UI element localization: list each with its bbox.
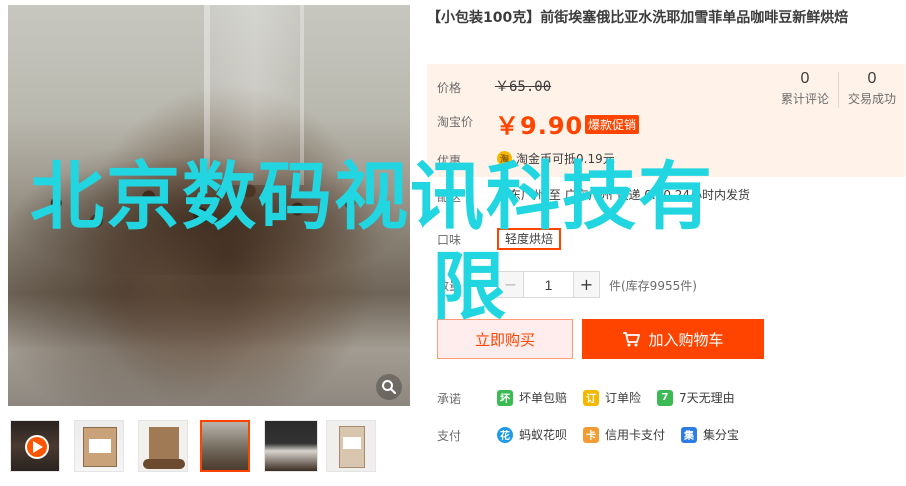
taste-option-light-roast[interactable]: 轻度烘焙 <box>497 228 562 250</box>
order-insurance-icon: 订 <box>583 389 599 406</box>
main-product-image[interactable] <box>8 5 410 406</box>
sales-count-stat: 0 交易成功 <box>841 70 903 107</box>
promise-text: 7天无理由 <box>679 391 735 405</box>
quantity-increase-button[interactable]: + <box>573 271 600 298</box>
shipping-info[interactable]: 广东广州 至 广东广州 快递 0.00 24小时内发货 <box>497 186 750 203</box>
bag-label-image <box>89 439 111 453</box>
jifenbao-icon: 集 <box>681 426 697 443</box>
add-to-cart-label: 加入购物车 <box>648 330 724 349</box>
payment-huabei[interactable]: 花 蚂蚁花呗 <box>497 426 567 443</box>
product-bag-thumbnail-1[interactable] <box>74 420 124 472</box>
promise-text: 坏单包赔 <box>519 391 568 405</box>
payment-label: 支付 <box>437 429 462 443</box>
shipping-label: 配送 <box>437 190 462 204</box>
glass-jar-thumbnail[interactable] <box>264 420 318 472</box>
coffee-beans-photo <box>8 155 410 275</box>
coin-icon: 淘 <box>497 151 512 166</box>
promise-broken-package[interactable]: 坏 坏单包赔 <box>497 389 567 406</box>
promise-text: 订单险 <box>605 391 642 405</box>
taobao-coin-offer: 淘 淘金币可抵0.19元 <box>497 150 615 167</box>
review-count-label: 累计评论 <box>780 92 829 106</box>
promise-order-insurance[interactable]: 订 订单险 <box>583 389 641 406</box>
buy-now-button[interactable]: 立即购买 <box>437 319 573 359</box>
product-bag-thumbnail-2[interactable] <box>138 420 188 472</box>
original-price: ￥65.00 <box>495 79 552 95</box>
promise-label: 承诺 <box>437 392 462 406</box>
price-label: 价格 <box>437 81 462 95</box>
sales-count: 0 <box>867 70 877 87</box>
beans-image <box>143 459 185 469</box>
promise-seven-day-return[interactable]: 7 7天无理由 <box>657 389 735 406</box>
seven-day-return-icon: 7 <box>657 389 673 406</box>
review-count: 0 <box>800 70 810 87</box>
payment-jifenbao[interactable]: 集 集分宝 <box>681 426 739 443</box>
huabei-icon: 花 <box>497 426 513 443</box>
coffee-beans-thumbnail[interactable] <box>200 420 250 472</box>
add-to-cart-button[interactable]: 加入购物车 <box>582 319 764 359</box>
payment-text: 集分宝 <box>703 428 740 442</box>
payment-credit-card[interactable]: 卡 信用卡支付 <box>583 426 665 443</box>
coin-label: 优惠 <box>437 154 462 168</box>
stat-divider <box>838 72 839 108</box>
payment-text: 蚂蚁花呗 <box>519 428 568 442</box>
shopping-cart-icon <box>623 332 641 347</box>
broken-package-icon: 坏 <box>497 389 513 406</box>
coin-offer-text: 淘金币可抵0.19元 <box>516 152 615 166</box>
magnifier-icon <box>382 380 397 395</box>
promo-tag-badge: 爆款促销 <box>585 115 640 134</box>
quantity-stepper: − + <box>497 271 600 298</box>
taste-label: 口味 <box>437 233 462 247</box>
quantity-decrease-button[interactable]: − <box>497 271 524 298</box>
payment-text: 信用卡支付 <box>605 428 666 442</box>
play-icon <box>25 435 49 459</box>
bag-label-image <box>343 437 361 449</box>
video-thumbnail[interactable] <box>10 420 60 472</box>
zoom-button[interactable] <box>376 374 402 400</box>
stock-info: 件(库存9955件) <box>609 279 697 293</box>
product-title: 【小包装100克】前街埃塞俄比亚水洗耶加雪菲单品咖啡豆新鲜烘焙 <box>427 10 849 26</box>
quantity-input[interactable] <box>524 271 573 298</box>
sales-count-label: 交易成功 <box>847 92 896 106</box>
review-count-stat[interactable]: 0 累计评论 <box>774 70 836 107</box>
thumbnail-strip <box>8 420 410 475</box>
promo-price-label: 淘宝价 <box>437 115 474 129</box>
quantity-label: 数量 <box>437 279 462 293</box>
credit-card-icon: 卡 <box>583 426 599 443</box>
product-bag-thumbnail-3[interactable] <box>326 420 376 472</box>
promo-price: ￥9.90 <box>495 112 584 140</box>
